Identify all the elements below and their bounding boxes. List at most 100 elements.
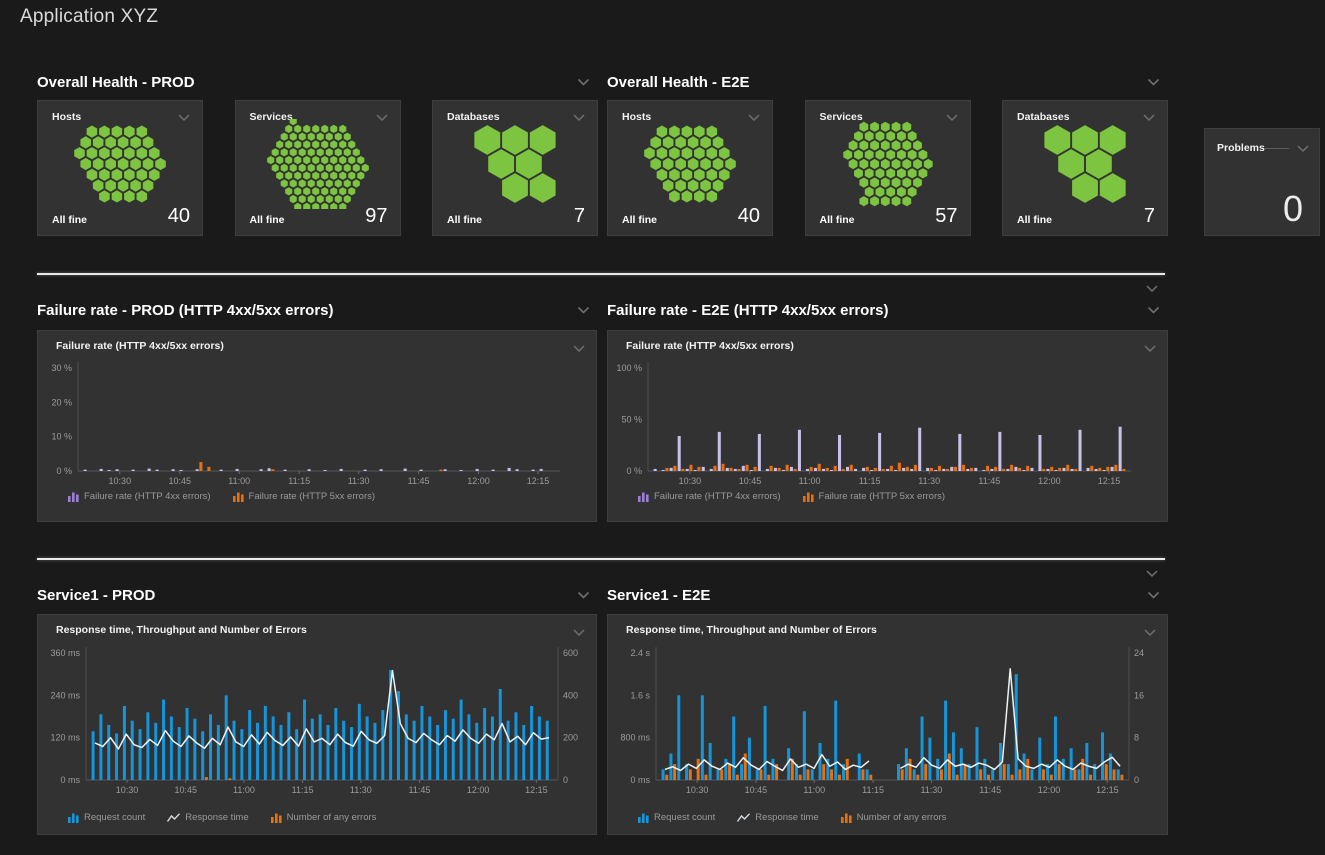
section-title: Failure rate - PROD (HTTP 4xx/5xx errors… [37, 302, 334, 319]
problems-tile[interactable]: Problems 0 [1204, 128, 1320, 236]
hexagon [339, 156, 346, 164]
bar-series-icon [638, 491, 649, 502]
hexagon [348, 156, 355, 164]
legend-item[interactable]: Number of any errors [271, 812, 377, 823]
bar-series-icon [803, 491, 814, 502]
health-tile-prod-databases[interactable]: DatabasesAll fine7 [432, 100, 598, 236]
hexagon [87, 147, 98, 159]
hexagon [339, 125, 346, 133]
tile-label: Problems [1217, 142, 1265, 154]
honeycomb-chart [1027, 119, 1143, 209]
hexagon [663, 136, 674, 148]
hexagon [307, 133, 314, 141]
chevron-down-icon[interactable] [1146, 279, 1158, 297]
section-header-failure-prod: Failure rate - PROD (HTTP 4xx/5xx errors… [37, 300, 590, 320]
hexagon [105, 136, 116, 148]
hexagon [276, 156, 283, 164]
hexagon [675, 136, 686, 148]
health-tile-prod-hosts[interactable]: HostsAll fine40 [37, 100, 203, 236]
section-header-service-e2e: Service1 - E2E [607, 585, 1160, 605]
svg-text:12:00: 12:00 [467, 476, 490, 486]
hexagon [352, 148, 359, 156]
section-title: Service1 - PROD [37, 587, 155, 604]
chevron-down-icon[interactable] [1147, 586, 1160, 604]
chevron-down-icon[interactable] [577, 586, 590, 604]
hexagon [271, 148, 278, 156]
chevron-down-icon[interactable] [748, 114, 760, 121]
legend-item[interactable]: Failure rate (HTTP 4xx errors) [638, 491, 781, 502]
hexagon [303, 187, 310, 195]
hexagon [902, 159, 911, 169]
hexagon [859, 196, 868, 206]
hexagon [891, 140, 900, 150]
svg-text:600: 600 [563, 648, 578, 658]
svg-text:11:45: 11:45 [408, 476, 430, 486]
chevron-down-icon[interactable] [178, 114, 190, 121]
chevron-down-icon[interactable] [573, 114, 585, 121]
hexagon [289, 195, 296, 203]
hexagon [325, 133, 332, 141]
chart-tile-failure-prod[interactable]: Failure rate (HTTP 4xx/5xx errors)0 %10 … [37, 330, 597, 522]
health-tile-e2e-hosts[interactable]: HostsAll fine40 [607, 100, 773, 236]
svg-text:11:00: 11:00 [799, 476, 821, 486]
chevron-down-icon[interactable] [577, 73, 590, 91]
legend-item[interactable]: Failure rate (HTTP 4xx errors) [68, 491, 211, 502]
health-tile-prod-services[interactable]: ServicesAll fine97 [235, 100, 401, 236]
bar-series-icon [68, 491, 79, 502]
section-title: Service1 - E2E [607, 587, 710, 604]
hexagon [886, 150, 895, 160]
svg-text:10 %: 10 % [51, 432, 72, 442]
legend-item[interactable]: Failure rate (HTTP 5xx errors) [803, 491, 946, 502]
hexagon [99, 169, 110, 181]
legend-item[interactable]: Failure rate (HTTP 5xx errors) [233, 491, 376, 502]
hexagon [854, 131, 863, 141]
chevron-down-icon[interactable] [376, 114, 388, 121]
hexagon [907, 168, 916, 178]
svg-text:12:00: 12:00 [1038, 785, 1061, 795]
chevron-down-icon[interactable] [1297, 139, 1309, 157]
legend-item[interactable]: Request count [638, 812, 715, 823]
legend-item[interactable]: Number of any errors [841, 812, 947, 823]
hexagon [854, 150, 863, 160]
health-tile-e2e-services[interactable]: ServicesAll fine57 [805, 100, 971, 236]
hexagon [880, 196, 889, 206]
legend-item[interactable]: Response time [737, 812, 818, 823]
chevron-down-icon[interactable] [1146, 564, 1158, 582]
hexagon [657, 169, 668, 181]
legend-item[interactable]: Response time [167, 812, 248, 823]
sparkline-placeholder [1265, 148, 1289, 149]
svg-text:11:45: 11:45 [979, 785, 1001, 795]
hexagon [325, 164, 332, 172]
hexagon [361, 164, 368, 172]
health-tile-e2e-databases[interactable]: DatabasesAll fine7 [1002, 100, 1168, 236]
hexagon [352, 164, 359, 172]
hexagon [93, 136, 104, 148]
hexagon [343, 164, 350, 172]
legend-item[interactable]: Request count [68, 812, 145, 823]
hexagon [875, 131, 884, 141]
svg-text:10:30: 10:30 [116, 785, 139, 795]
svg-text:10:30: 10:30 [686, 785, 709, 795]
chevron-down-icon[interactable] [1147, 73, 1160, 91]
chart-tile-failure-e2e[interactable]: Failure rate (HTTP 4xx/5xx errors)0 %50 … [607, 330, 1168, 522]
svg-text:12:00: 12:00 [1038, 476, 1061, 486]
chart-tile-service-prod[interactable]: Response time, Throughput and Number of … [37, 614, 597, 835]
honeycomb-area [806, 121, 970, 207]
svg-text:0 %: 0 % [626, 466, 642, 476]
hexagon [502, 173, 528, 203]
svg-text:200: 200 [563, 733, 578, 743]
honeycomb-area [1003, 121, 1167, 207]
hexagon [357, 156, 364, 164]
chevron-down-icon[interactable] [577, 301, 590, 319]
chevron-down-icon[interactable] [946, 114, 958, 121]
section-title: Failure rate - E2E (HTTP 4xx/5xx errors) [607, 302, 889, 319]
hexagon [143, 158, 154, 170]
hexagon [289, 164, 296, 172]
chart-tile-service-e2e[interactable]: Response time, Throughput and Number of … [607, 614, 1168, 835]
hexagon [891, 122, 900, 132]
chevron-down-icon[interactable] [1143, 114, 1155, 121]
hexagon [352, 179, 359, 187]
chevron-down-icon[interactable] [1147, 301, 1160, 319]
legend-label: Failure rate (HTTP 5xx errors) [249, 491, 376, 502]
section-divider [37, 273, 1165, 275]
